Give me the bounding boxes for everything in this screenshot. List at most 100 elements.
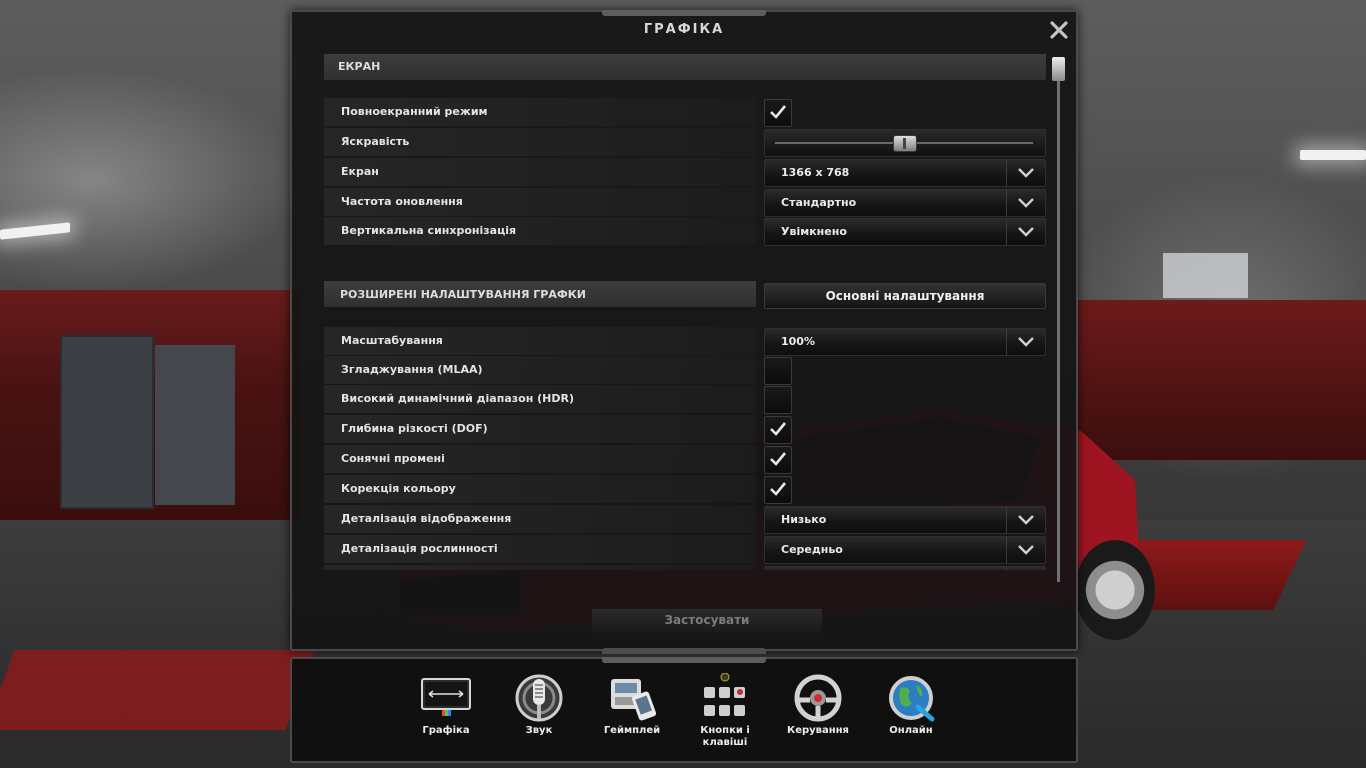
chevron-down-icon [1018,337,1034,347]
microphone-icon [515,674,563,722]
apply-button[interactable]: Застосувати [592,609,822,633]
setting-label: Деталізація відображення [341,512,512,525]
graphics-settings-panel: ГРАФІКА ЕКРАН Повноекранний режим Яскрав… [290,10,1078,654]
dropdown-arrow[interactable] [1006,537,1045,563]
dropdown-value: 1366 x 768 [781,166,850,179]
setting-label-cell [324,565,756,570]
setting-label-cell: Частота оновлення [324,188,756,216]
partial-dropdown[interactable] [764,566,1046,570]
chevron-down-icon [1018,227,1034,237]
setting-label-cell: Деталізація рослинності [324,535,756,563]
dropdown-value: Низько [781,513,827,526]
checkmark-icon [770,422,787,436]
setting-dof: Глибина різкості (DOF) [324,415,1046,444]
dropdown-arrow[interactable] [1006,219,1045,245]
mlaa-checkbox[interactable] [764,357,792,385]
setting-next-partial [324,565,1046,570]
chevron-down-icon [1018,515,1034,525]
setting-label-cell: Сонячні промені [324,445,756,473]
section-header-screen: ЕКРАН [324,54,1046,80]
setting-fullscreen: Повноекранний режим [324,98,1046,127]
dropdown-value: Увімкнено [781,225,847,238]
chevron-down-icon [1018,545,1034,555]
setting-label: Екран [341,165,379,178]
setting-label-cell: Повноекранний режим [324,98,756,126]
chevron-down-icon [1018,168,1034,178]
dropdown-arrow[interactable] [1006,190,1045,216]
setting-vsync: Вертикальна синхронізація Увімкнено [324,217,1046,246]
setting-label: Згладжування (MLAA) [341,363,483,376]
panel-top-tab [602,10,766,16]
steering-wheel-icon [794,674,842,722]
basic-settings-button[interactable]: Основні налаштування [764,283,1046,309]
setting-label: Високий динамічний діапазон (HDR) [341,392,574,405]
checkmark-icon [770,482,787,496]
menu-item-label: Геймплей [603,725,661,736]
setting-refresh-rate: Частота оновлення Стандартно [324,188,1046,217]
setting-color-correction: Корекція кольору [324,475,1046,504]
fullscreen-checkbox[interactable] [764,99,792,127]
dof-checkbox[interactable] [764,416,792,444]
sun-rays-checkbox[interactable] [764,446,792,474]
color-correction-checkbox[interactable] [764,476,792,504]
setting-label-cell: Вертикальна синхронізація [324,217,756,245]
globe-icon [889,676,935,722]
dropdown-arrow[interactable] [1006,507,1045,533]
car-wheel [1075,540,1155,640]
dropdown-arrow[interactable] [1006,567,1045,570]
dropdown-arrow[interactable] [1006,160,1045,186]
menu-item-sound[interactable]: Звук [496,667,582,757]
setting-label-cell: Глибина різкості (DOF) [324,415,756,443]
panel-bottom-tab [602,648,766,654]
setting-label-cell: Корекція кольору [324,475,756,503]
garage-door [155,345,235,505]
menu-item-online[interactable]: Онлайн [868,667,954,757]
dropdown-arrow[interactable] [1006,329,1045,355]
detail-level-dropdown[interactable]: Низько [764,506,1046,534]
setting-label-cell: Згладжування (MLAA) [324,356,756,384]
ceiling-lamp [0,222,70,240]
menu-item-gameplay[interactable]: Геймплей [589,667,675,757]
scrollbar-track[interactable] [1057,57,1060,582]
menu-item-steering[interactable]: Керування [775,667,861,757]
setting-label: Яскравість [341,135,410,148]
menu-item-graphics[interactable]: Графіка [403,667,489,757]
close-icon [1050,21,1068,39]
section-header-label: РОЗШИРЕНІ НАЛАШТУВАННЯ ГРАФКИ [340,288,586,301]
vsync-dropdown[interactable]: Увімкнено [764,218,1046,246]
setting-label: Вертикальна синхронізація [341,224,517,237]
setting-mlaa: Згладжування (MLAA) [324,356,1046,385]
truck-icon [611,679,657,721]
menu-item-label: Онлайн [889,725,933,736]
menu-item-label: Керування [787,725,849,736]
setting-label: Корекція кольору [341,482,456,495]
setting-label-cell: Деталізація відображення [324,505,756,533]
setting-label: Повноекранний режим [341,105,488,118]
setting-label: Деталізація рослинності [341,542,498,555]
scaling-dropdown[interactable]: 100% [764,328,1046,356]
garage-door [60,335,154,509]
resolution-dropdown[interactable]: 1366 x 768 [764,159,1046,187]
vegetation-dropdown[interactable]: Середньо [764,536,1046,564]
setting-vegetation: Деталізація рослинності Середньо [324,535,1046,564]
refresh-rate-dropdown[interactable]: Стандартно [764,189,1046,217]
checkmark-icon [770,452,787,466]
setting-label: Глибина різкості (DOF) [341,422,488,435]
menu-item-label: Звук [525,725,553,736]
scrollbar-thumb[interactable] [1052,57,1065,81]
menu-item-label: Графіка [422,725,470,736]
setting-label: Частота оновлення [341,195,463,208]
close-button[interactable] [1047,18,1071,42]
setting-resolution: Екран 1366 x 768 [324,158,1046,187]
setting-brightness: Яскравість [324,128,1046,157]
car-lift-ramp [0,650,315,730]
settings-list[interactable]: ЕКРАН Повноекранний режим Яскравість Екр… [324,54,1046,570]
setting-label-cell: Екран [324,158,756,186]
hdr-checkbox[interactable] [764,386,792,414]
setting-sun-rays: Сонячні промені [324,445,1046,474]
setting-label: Сонячні промені [341,452,445,465]
slider-thumb[interactable] [893,135,917,152]
brightness-slider[interactable] [764,129,1046,157]
menu-item-controls-keys[interactable]: Кнопки і клавіші [682,667,768,757]
dropdown-value: 100% [781,335,815,348]
